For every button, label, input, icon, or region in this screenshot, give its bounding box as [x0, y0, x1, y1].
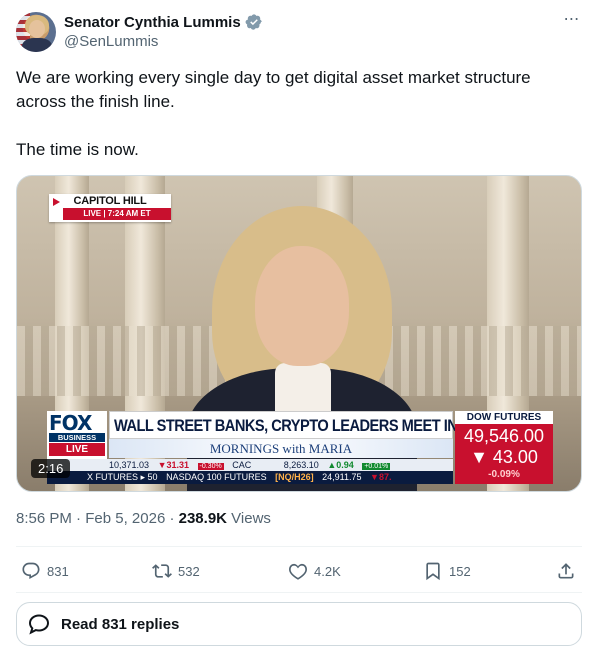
like-count: 4.2K [314, 563, 341, 579]
location-title: CAPITOL HILL [73, 195, 147, 207]
ticker-top: 10,371.03 ▼31.31 -0.30% CAC 8,263.10 ▲0.… [47, 459, 453, 471]
ticker-pct: +0.01% [362, 463, 391, 470]
read-replies-button[interactable]: Read 831 replies [16, 602, 582, 646]
ticker-item: 24,911.75 [322, 472, 362, 482]
reply-count: 831 [47, 563, 69, 579]
avatar[interactable] [16, 12, 56, 52]
tweet-meta: 8:56 PM · Feb 5, 2026 · 238.9K Views [16, 510, 271, 527]
tweet-text-line: The time is now. [16, 140, 139, 159]
ticker-bottom: X FUTURES ▸ 50 NASDAQ 100 FUTURES [NQ/H2… [47, 471, 453, 484]
network-sub: BUSINESS [49, 433, 105, 442]
bookmark-icon [426, 562, 440, 581]
ticker-item: ▼87. [370, 472, 392, 482]
ticker-value: 8,263.10 [283, 460, 319, 470]
action-bar: 831 532 4.2K 152 [16, 558, 582, 584]
ticker-change: ▲0.94 [327, 460, 354, 470]
views-count: 238.9K [178, 510, 227, 527]
ticker-change: ▼31.31 [157, 460, 189, 470]
show-name-bar: MORNINGS with MARIA [109, 439, 453, 458]
share-button[interactable] [556, 558, 582, 584]
location-tag: CAPITOL HILL LIVE | 7:24 AM ET [49, 194, 171, 222]
tweet-text-line: We are working every single day to get d… [16, 68, 531, 111]
tweet-date[interactable]: Feb 5, 2026 [85, 510, 165, 527]
network-name: FOX [49, 411, 92, 435]
author-handle[interactable]: @SenLummis [64, 33, 158, 50]
tweet-text: We are working every single day to get d… [16, 66, 576, 162]
video-player[interactable]: CAPITOL HILL LIVE | 7:24 AM ET FOX BUSIN… [16, 175, 582, 492]
repost-count: 532 [178, 563, 200, 579]
ticker-item: X FUTURES ▸ 50 [87, 472, 158, 482]
live-badge: LIVE [49, 443, 105, 456]
share-icon [558, 563, 574, 579]
repost-button[interactable]: 532 [152, 558, 200, 584]
divider [16, 546, 582, 547]
fox-business-logo: FOX BUSINESS LIVE [47, 411, 107, 461]
ticker-value: 10,371.03 [109, 460, 150, 470]
bookmark-count: 152 [449, 563, 471, 579]
dow-change: ▼ 43.00 [470, 447, 538, 467]
tweet-header: Senator Cynthia Lummis @SenLummis ⋯ [16, 12, 582, 56]
like-button[interactable]: 4.2K [288, 558, 341, 584]
read-replies-label: Read 831 replies [61, 615, 180, 633]
news-headline: WALL STREET BANKS, CRYPTO LEADERS MEET I… [114, 416, 481, 435]
views-label: Views [227, 510, 271, 527]
live-time-badge: LIVE | 7:24 AM ET [63, 208, 171, 220]
tweet-time[interactable]: 8:56 PM [16, 510, 72, 527]
dow-title: DOW FUTURES [455, 411, 553, 424]
video-duration: 2:16 [31, 459, 71, 478]
reply-icon [22, 562, 40, 580]
ticker-index: CAC [232, 460, 252, 470]
ticker-item: [NQ/H26] [275, 472, 314, 482]
more-options-icon[interactable]: ⋯ [562, 12, 582, 32]
verified-badge-icon[interactable] [245, 13, 263, 31]
news-headline-bar: WALL STREET BANKS, CRYPTO LEADERS MEET I… [109, 411, 481, 439]
ticker-item: NASDAQ 100 FUTURES [166, 472, 267, 482]
show-name: MORNINGS with MARIA [209, 441, 353, 456]
conversation-icon [28, 614, 50, 635]
author-name-row: Senator Cynthia Lummis [64, 12, 263, 32]
ticker-pct: -0.30% [197, 463, 224, 470]
dow-pct: -0.09% [488, 469, 520, 480]
heart-icon [289, 563, 307, 580]
bookmark-button[interactable]: 152 [423, 558, 471, 584]
repost-icon [152, 564, 172, 578]
dow-futures-box: DOW FUTURES 49,546.00 ▼ 43.00 -0.09% [455, 411, 553, 484]
dow-value: 49,546.00 [463, 426, 545, 446]
author-name[interactable]: Senator Cynthia Lummis [64, 14, 241, 31]
reply-button[interactable]: 831 [21, 558, 69, 584]
divider [16, 592, 582, 593]
